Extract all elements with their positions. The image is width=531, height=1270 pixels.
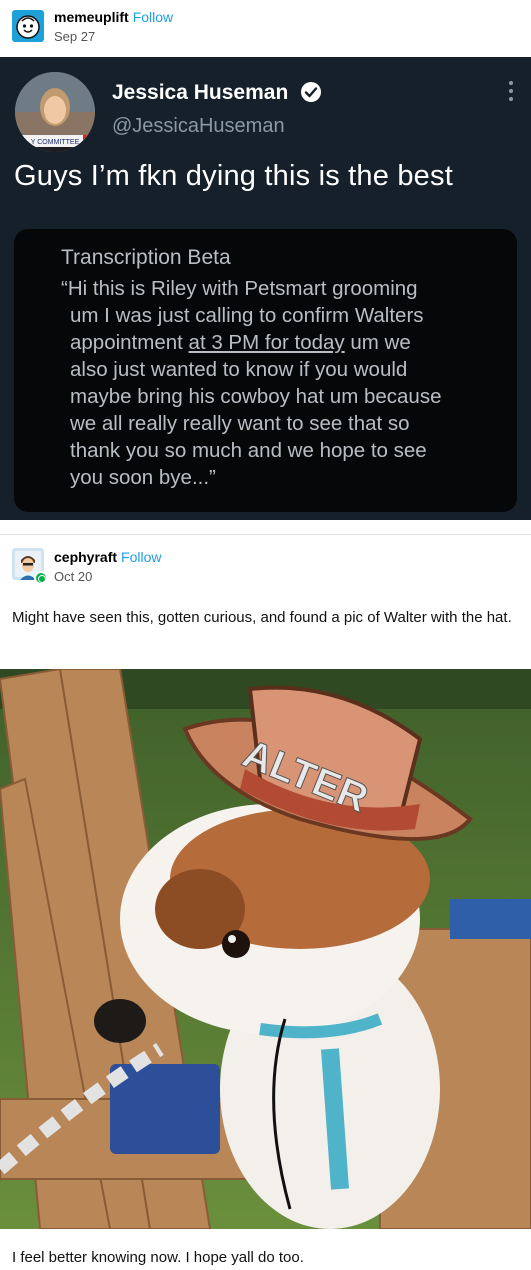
avatar-banner-text: Y COMMITTEE (31, 139, 80, 146)
username-text[interactable]: memeuplift (54, 9, 129, 25)
more-options-icon (507, 81, 515, 105)
tweet-author-name: Jessica Huseman (112, 81, 322, 105)
transcription-body: “Hi this is Riley with Petsmart grooming… (61, 275, 515, 491)
transcription-line: appointment at 3 PM for today um we (70, 329, 515, 356)
author-photo: Y COMMITTEE (15, 72, 95, 152)
walter-dog-photo: ALTER (0, 669, 531, 1229)
author-name-text: Jessica Huseman (112, 81, 289, 104)
transcription-fragment: um we (350, 331, 411, 354)
post-date[interactable]: Oct 20 (54, 569, 92, 584)
transcription-line: “Hi this is Riley with Petsmart grooming (61, 277, 418, 300)
tweet-text: Guys I’m fkn dying this is the best (14, 160, 453, 192)
transcription-line: we all really really want to see that so (70, 412, 410, 435)
transcription-fragment: appointment (70, 331, 183, 354)
closing-text: I feel better knowing now. I hope yall d… (12, 1249, 304, 1266)
username-text[interactable]: cephyraft (54, 549, 117, 565)
reblog-divider (0, 534, 531, 535)
post-header-memeuplift: memeuplift Follow Sep 27 (0, 0, 531, 56)
tumblr-avatar-icon (12, 10, 44, 42)
transcription-title: Transcription Beta (61, 246, 231, 269)
post-username[interactable]: memeuplift Follow (54, 9, 173, 25)
transcription-line: you soon bye...” (70, 466, 216, 489)
reblog-badge-icon (34, 571, 48, 585)
tweet-author-handle: @JessicaHuseman (112, 115, 285, 137)
transcription-line: um I was just calling to confirm Walters (70, 304, 424, 327)
reblog-caption: Might have seen this, gotten curious, an… (12, 609, 512, 626)
post-username[interactable]: cephyraft Follow (54, 549, 162, 565)
transcription-line: also just wanted to know if you would (70, 358, 408, 381)
post-date[interactable]: Sep 27 (54, 29, 95, 44)
dog-in-cowboy-hat-image: ALTER (0, 669, 531, 1229)
follow-button[interactable]: Follow (133, 9, 173, 25)
follow-button[interactable]: Follow (121, 549, 161, 565)
transcription-line: maybe bring his cowboy hat um because (70, 385, 442, 408)
transcription-line: thank you so much and we hope to see (70, 439, 427, 462)
verified-badge-icon (301, 82, 322, 102)
transcription-underlined: at 3 PM for today (188, 331, 345, 354)
tweet-author-avatar: Y COMMITTEE (15, 72, 95, 152)
memeuplift-avatar[interactable] (12, 10, 44, 42)
transcription-card: Transcription Beta “Hi this is Riley wit… (14, 229, 517, 512)
tweet-screenshot: Y COMMITTEE Jessica Huseman @JessicaHuse… (0, 57, 531, 520)
